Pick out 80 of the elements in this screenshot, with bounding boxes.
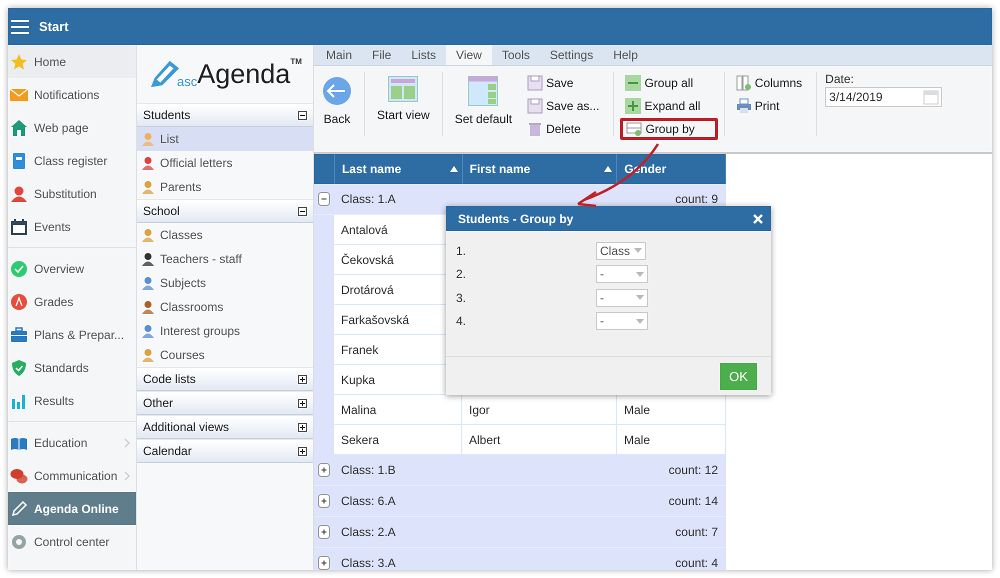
date-label: Date: xyxy=(825,72,855,86)
nav-item[interactable]: Results xyxy=(8,384,136,417)
toolbar-button[interactable]: Save as... xyxy=(522,95,608,117)
toolbar-button[interactable]: Set default xyxy=(446,72,520,130)
logo-text: Agenda xyxy=(197,58,290,90)
logo-prefix: asc xyxy=(177,74,198,89)
table-cell: Igor xyxy=(462,395,617,425)
section-header[interactable]: Calendar xyxy=(137,439,313,463)
nav-item[interactable]: Plans & Prepar... xyxy=(8,318,136,351)
table-cell: Malina xyxy=(334,395,462,425)
group-count: count: 12 xyxy=(668,463,718,477)
group-label: Class: 1.A xyxy=(341,192,397,206)
toolbar-button[interactable]: Group by xyxy=(620,118,718,140)
section-header[interactable]: School xyxy=(137,199,313,223)
menu-tab[interactable]: View xyxy=(446,45,492,65)
section-header[interactable]: Code lists xyxy=(137,367,313,391)
menu-tab[interactable]: File xyxy=(362,45,402,65)
group-label: Class: 2.A xyxy=(341,525,397,539)
group-count: count: 9 xyxy=(675,192,718,206)
section-header[interactable]: Students xyxy=(137,103,313,127)
nav-item[interactable]: Overview xyxy=(8,252,136,285)
menu-tab[interactable]: Help xyxy=(603,45,648,65)
section-header[interactable]: Additional views xyxy=(137,415,313,439)
toolbar-button[interactable]: Delete xyxy=(522,118,608,140)
table-cell: Male xyxy=(617,425,726,455)
group-by-dropdown[interactable]: - xyxy=(596,312,648,330)
panel-item[interactable]: Classrooms xyxy=(137,295,313,319)
menu-tab[interactable]: Settings xyxy=(540,45,604,65)
panel-item[interactable]: Parents xyxy=(137,175,313,199)
nav-item[interactable]: Home xyxy=(8,45,136,78)
menu-tab[interactable]: Main xyxy=(316,45,362,65)
nav-item[interactable]: Agenda Online xyxy=(8,492,136,525)
nav-item[interactable]: Communication xyxy=(8,459,136,492)
nav-item[interactable]: Grades xyxy=(8,285,136,318)
panel-item[interactable]: Teachers - staff xyxy=(137,247,313,271)
section-title: School xyxy=(143,204,180,218)
section-title: Additional views xyxy=(143,420,230,434)
nav-item[interactable]: Substitution xyxy=(8,177,136,210)
toolbar-button[interactable]: Group all xyxy=(620,72,718,94)
nav-item[interactable]: Standards xyxy=(8,351,136,384)
section-title: Code lists xyxy=(143,372,196,386)
nav-item[interactable]: Control center xyxy=(8,525,136,558)
toolbar-button[interactable]: Print xyxy=(730,95,810,117)
toolbar-button[interactable]: Expand all xyxy=(620,95,718,117)
nav-item[interactable]: Education xyxy=(8,426,136,459)
section-title: Students xyxy=(143,108,190,122)
group-count: count: 7 xyxy=(675,525,718,539)
group-label: Class: 3.A xyxy=(341,556,397,570)
date-field[interactable]: 3/14/2019 xyxy=(825,87,942,107)
panel-item[interactable]: Classes xyxy=(137,223,313,247)
panel-item[interactable]: Subjects xyxy=(137,271,313,295)
nav-item[interactable]: Web page xyxy=(8,111,136,144)
table-cell: Albert xyxy=(462,425,617,455)
group-count: count: 14 xyxy=(668,494,718,508)
section-title: Calendar xyxy=(143,444,192,458)
toolbar-button[interactable]: Back xyxy=(314,72,360,130)
group-by-dropdown[interactable]: Class xyxy=(596,242,646,260)
group-by-dropdown[interactable]: - xyxy=(596,265,648,284)
panel-item[interactable]: Official letters xyxy=(137,151,313,175)
nav-item[interactable]: Class register xyxy=(8,144,136,177)
app-title: Start xyxy=(39,19,69,34)
group-count: count: 4 xyxy=(675,556,718,570)
toolbar-button[interactable]: Save xyxy=(522,72,608,94)
table-cell: Male xyxy=(617,395,726,425)
group-label: Class: 6.A xyxy=(341,494,397,508)
toolbar-button[interactable]: Columns xyxy=(730,72,810,94)
trademark: TM xyxy=(290,57,302,66)
nav-item[interactable]: Notifications xyxy=(8,78,136,111)
toolbar-button[interactable]: Start view xyxy=(369,72,438,126)
panel-item[interactable]: Courses xyxy=(137,343,313,367)
panel-item[interactable]: Interest groups xyxy=(137,319,313,343)
section-title: Other xyxy=(143,396,174,410)
panel-item[interactable]: List xyxy=(137,127,313,151)
section-header[interactable]: Other xyxy=(137,391,313,415)
group-by-dropdown[interactable]: - xyxy=(596,288,648,307)
table-cell: Sekera xyxy=(334,425,462,455)
nav-item[interactable]: Events xyxy=(8,210,136,243)
menu-tab[interactable]: Lists xyxy=(401,45,446,65)
menu-tab[interactable]: Tools xyxy=(492,45,540,65)
group-label: Class: 1.B xyxy=(341,463,397,477)
